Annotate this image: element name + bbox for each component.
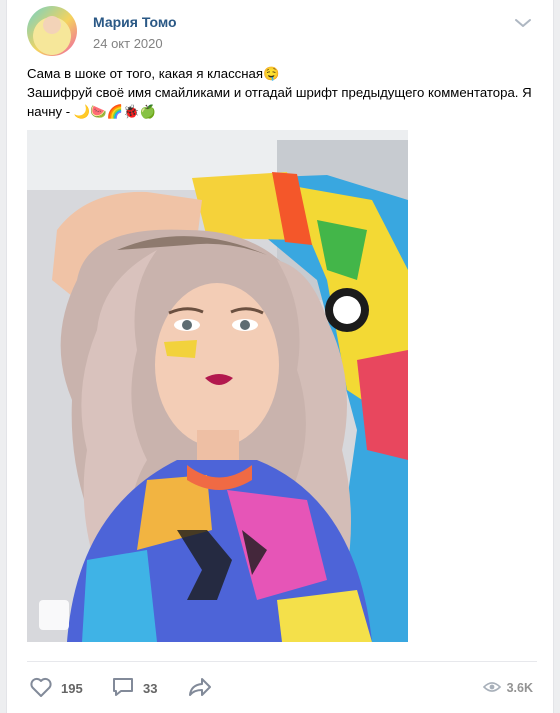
views-count: 3.6K [506, 681, 533, 695]
post-text-line: Зашифруй своё имя смайликами и отгадай ш… [27, 85, 532, 100]
author-name[interactable]: Мария Томо [93, 14, 177, 30]
photo-badge-icon [39, 600, 69, 630]
post-text-line: начну - 🌙🍉🌈🐞🍏 [27, 104, 156, 119]
views-counter: 3.6K [482, 672, 533, 704]
divider [27, 661, 537, 662]
like-count: 195 [61, 680, 83, 696]
post-photo[interactable] [27, 130, 408, 642]
comment-count: 33 [143, 680, 158, 696]
post-text: Сама в шоке от того, какая я классная🤤 З… [27, 64, 537, 121]
heart-icon [29, 676, 61, 701]
post-actions: 195 33 3.6K [27, 672, 537, 704]
chevron-down-icon[interactable] [513, 16, 533, 30]
post-text-line: Сама в шоке от того, какая я классная🤤 [27, 66, 280, 81]
comment-button[interactable]: 33 [111, 672, 157, 704]
like-button[interactable]: 195 [29, 672, 83, 704]
post-header: Мария Томо 24 окт 2020 [27, 6, 537, 58]
avatar[interactable] [27, 6, 77, 56]
eye-icon [482, 681, 507, 696]
post-card: Мария Томо 24 окт 2020 Сама в шоке от то… [6, 0, 554, 713]
share-button[interactable] [187, 672, 221, 704]
share-arrow-icon [187, 676, 221, 701]
comment-icon [111, 676, 143, 701]
post-date[interactable]: 24 окт 2020 [93, 36, 163, 51]
